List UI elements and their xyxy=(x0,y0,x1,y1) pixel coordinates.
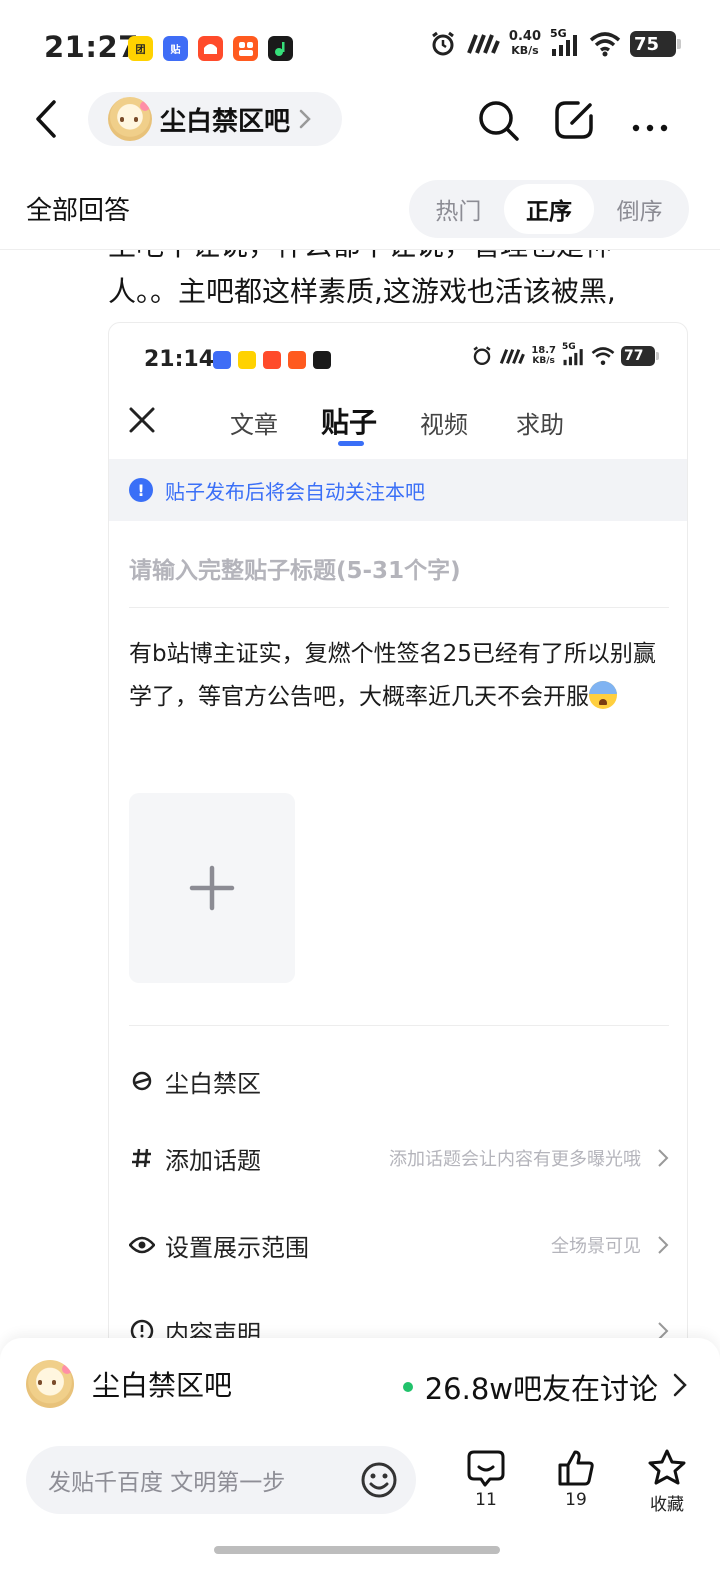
online-dot-icon xyxy=(402,1382,413,1392)
sort-tab-ascending[interactable]: 正序 xyxy=(503,184,595,234)
favorite-button[interactable]: 收藏 xyxy=(637,1448,697,1515)
more-icon[interactable] xyxy=(628,98,672,142)
cellular-signal-icon: 5G xyxy=(550,27,580,57)
visibility-row-hint: 全场景可见 xyxy=(551,1236,641,1257)
music-app-icon xyxy=(313,351,331,369)
comment-placeholder: 发贴千百度 文明第一步 xyxy=(48,1470,286,1496)
embedded-screenshot[interactable]: 21:14 18.7 KB/s 5G 77 文章 贴子 视频 求助 ! 贴子发布… xyxy=(108,322,688,1362)
sort-tab-hot[interactable]: 热门 xyxy=(413,184,504,234)
like-button[interactable]: 19 xyxy=(546,1448,606,1510)
chevron-right-icon xyxy=(658,1149,669,1167)
kuaishou-app-icon xyxy=(288,351,306,369)
wifi-icon xyxy=(591,347,615,365)
forum-row-label: 尘白禁区 xyxy=(165,1069,261,1098)
home-indicator[interactable] xyxy=(214,1546,500,1554)
sort-tab-descending[interactable]: 倒序 xyxy=(594,184,685,234)
forum-avatar xyxy=(26,1360,74,1408)
music-app-icon xyxy=(268,36,293,61)
tab-help: 求助 xyxy=(516,411,564,439)
tieba-app-icon: 贴 xyxy=(163,36,188,61)
online-count: 26.8w吧友在讨论 xyxy=(402,1366,658,1408)
chevron-right-icon xyxy=(673,1373,687,1397)
divider xyxy=(129,607,669,608)
nfc-icon xyxy=(500,348,526,364)
like-count: 19 xyxy=(565,1490,587,1510)
add-image-button xyxy=(129,793,295,983)
alarm-icon xyxy=(473,346,491,366)
battery-indicator: 77 xyxy=(621,346,659,366)
shop-app-icon xyxy=(198,36,223,61)
alarm-icon xyxy=(432,31,454,56)
battery-indicator: 75 xyxy=(630,31,681,57)
net-speed: 0.40 KB/s xyxy=(508,29,541,58)
eye-icon xyxy=(129,1232,155,1258)
favorite-label: 收藏 xyxy=(650,1495,684,1515)
embedded-editor-nav: 文章 贴子 视频 求助 xyxy=(109,393,687,457)
thumbs-up-icon xyxy=(558,1450,594,1486)
comment-bar: 发贴千百度 文明第一步 11 19 收藏 xyxy=(0,1430,720,1584)
post-body-text: 有b站博主证实，复燃个性签名25已经有了所以别赢学了，等官方公告吧，大概率近几天… xyxy=(129,641,656,710)
answers-title: 全部回答 xyxy=(26,196,131,226)
status-bar: 21:27 团 贴 0.40 KB/s 5G 75 xyxy=(0,0,720,96)
embedded-status-time: 21:14 xyxy=(144,347,215,372)
forum-avatar xyxy=(108,97,152,141)
topic-row-label: 添加话题 xyxy=(165,1146,261,1175)
comment-input[interactable]: 发贴千百度 文明第一步 xyxy=(26,1446,416,1514)
group-buy-app-icon: 团 xyxy=(128,36,153,61)
group-buy-app-icon xyxy=(238,351,256,369)
tab-article: 文章 xyxy=(230,411,278,439)
notification-app-icons: 团 贴 xyxy=(128,36,293,61)
comment-icon xyxy=(467,1450,505,1487)
visibility-row-label: 设置展示范围 xyxy=(165,1233,309,1262)
sort-toggle: 热门 正序 倒序 xyxy=(409,180,689,238)
embedded-status-bar: 21:14 18.7 KB/s 5G 77 xyxy=(109,323,687,393)
status-time: 21:27 xyxy=(44,30,139,64)
forum-icon xyxy=(129,1068,155,1094)
answers-header: 全部回答 热门 正序 倒序 xyxy=(0,178,720,250)
visibility-row: 设置展示范围 全场景可见 xyxy=(129,1225,669,1265)
comment-count: 11 xyxy=(475,1490,497,1510)
topic-row-hint: 添加话题会让内容有更多曝光哦 xyxy=(389,1149,641,1170)
embedded-net-speed: 18.7 KB/s xyxy=(531,345,556,366)
status-indicators: 0.40 KB/s 5G 75 xyxy=(429,27,681,58)
shop-app-icon xyxy=(263,351,281,369)
forum-name: 尘白禁区吧 xyxy=(160,106,291,137)
embedded-app-icons xyxy=(213,351,331,369)
cellular-signal-icon: 5G xyxy=(562,342,585,366)
chevron-right-icon xyxy=(299,109,311,129)
forum-footer-bar[interactable]: 尘白禁区吧 26.8w吧友在讨论 xyxy=(0,1338,720,1430)
back-icon[interactable] xyxy=(32,98,62,140)
comment-button[interactable]: 11 xyxy=(456,1448,516,1510)
nfc-icon xyxy=(467,34,500,54)
forum-entry-pill[interactable]: 尘白禁区吧 xyxy=(88,92,342,146)
close-icon xyxy=(129,407,155,433)
topic-row: 添加话题 添加话题会让内容有更多曝光哦 xyxy=(129,1138,669,1178)
edit-post-icon[interactable] xyxy=(552,98,596,142)
hashtag-icon xyxy=(129,1145,155,1171)
tieba-app-icon xyxy=(213,351,231,369)
tab-video: 视频 xyxy=(420,411,468,439)
tab-post: 贴子 xyxy=(321,406,378,439)
forum-footer-name: 尘白禁区吧 xyxy=(92,1369,233,1402)
forum-row: 尘白禁区 xyxy=(129,1061,669,1101)
anxious-face-emoji-icon xyxy=(589,681,617,709)
divider xyxy=(129,1025,669,1026)
info-icon: ! xyxy=(129,478,153,502)
post-text-line: 人。。主吧都这样素质,这游戏也活该被黑, xyxy=(108,275,616,308)
title-placeholder: 请输入完整贴子标题(5-31个字) xyxy=(129,558,461,584)
plus-icon xyxy=(189,865,235,911)
embedded-status-indicators: 18.7 KB/s 5G 77 xyxy=(471,342,659,367)
chevron-right-icon xyxy=(658,1236,669,1254)
kuaishou-app-icon xyxy=(233,36,258,61)
star-icon xyxy=(648,1449,686,1485)
follow-notice-banner: ! 贴子发布后将会自动关注本吧 xyxy=(109,459,687,521)
notice-text: 贴子发布后将会自动关注本吧 xyxy=(165,479,425,504)
emoji-icon[interactable] xyxy=(360,1461,398,1499)
active-tab-indicator xyxy=(338,441,364,446)
search-icon[interactable] xyxy=(476,98,520,142)
wifi-icon xyxy=(589,32,621,57)
top-nav: 尘白禁区吧 xyxy=(0,88,720,150)
